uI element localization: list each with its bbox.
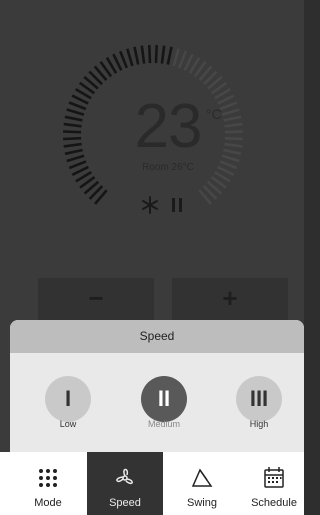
dial-tick — [64, 148, 83, 156]
speed-sheet-title: Speed — [10, 320, 304, 353]
dial-tick — [71, 165, 89, 176]
dial-tick — [148, 45, 152, 64]
dial-tick — [118, 50, 129, 69]
dial-tick — [183, 53, 194, 71]
dial-tick — [224, 130, 243, 134]
dial-tick — [221, 108, 240, 116]
temperature-value: 23 — [134, 92, 203, 161]
tab-swing-label: Swing — [187, 497, 217, 509]
dial-tick — [66, 108, 85, 116]
dial-tick — [126, 48, 134, 67]
dial-tick — [64, 115, 83, 122]
status-icons — [142, 196, 182, 214]
room-temperature: Room 26°C — [142, 162, 194, 173]
dial-tick — [217, 94, 235, 105]
swing-icon — [191, 468, 213, 487]
dial-tick — [166, 46, 173, 65]
dial-tick — [223, 148, 242, 156]
tab-schedule-label: Schedule — [251, 497, 297, 509]
dial-tick — [224, 142, 243, 148]
dial-tick — [223, 115, 242, 122]
dial-tick — [219, 101, 238, 111]
speed-medium-button[interactable]: II — [141, 376, 187, 422]
dial-tick — [68, 101, 87, 111]
temperature-unit: °C — [206, 106, 222, 122]
dial-tick — [140, 45, 146, 64]
tab-speed-label: Speed — [109, 497, 141, 509]
pause-icon — [172, 198, 182, 212]
dial-tick — [133, 46, 140, 65]
speed-low-button[interactable]: I — [45, 376, 91, 422]
tab-schedule[interactable]: Schedule — [236, 452, 312, 515]
dial-tick — [112, 53, 123, 71]
dial-tick — [219, 160, 238, 170]
tab-speed[interactable]: Speed — [87, 452, 163, 515]
dial-tick — [63, 136, 82, 141]
dial-tick — [217, 165, 235, 176]
snowflake-icon — [142, 196, 158, 214]
dial-tick — [71, 94, 89, 105]
speed-medium-label: Medium — [147, 419, 180, 429]
dial-tick — [224, 122, 243, 128]
calendar-icon — [264, 467, 284, 488]
dial-tick — [63, 122, 82, 128]
speed-high-button[interactable]: III — [236, 376, 282, 422]
dial-tick — [221, 154, 240, 163]
dial-tick — [63, 142, 82, 148]
decrease-temperature-button[interactable]: − — [66, 283, 126, 314]
dial-tick — [177, 50, 188, 69]
speed-low-label: Low — [59, 419, 77, 429]
tab-mode-label: Mode — [34, 497, 62, 509]
tab-swing[interactable]: Swing — [164, 452, 240, 515]
dial-tick — [68, 160, 87, 170]
dial-tick — [160, 45, 166, 64]
dial-tick — [154, 45, 158, 64]
dial-tick — [172, 48, 180, 67]
tab-mode[interactable]: Mode — [10, 452, 86, 515]
dial-tick — [224, 136, 243, 141]
speed-high-label: High — [249, 419, 269, 429]
grid-dots-icon — [39, 469, 57, 487]
dial-tick — [63, 130, 82, 134]
fan-icon — [116, 468, 133, 485]
increase-temperature-button[interactable]: + — [200, 283, 260, 314]
dial-tick — [66, 154, 85, 163]
